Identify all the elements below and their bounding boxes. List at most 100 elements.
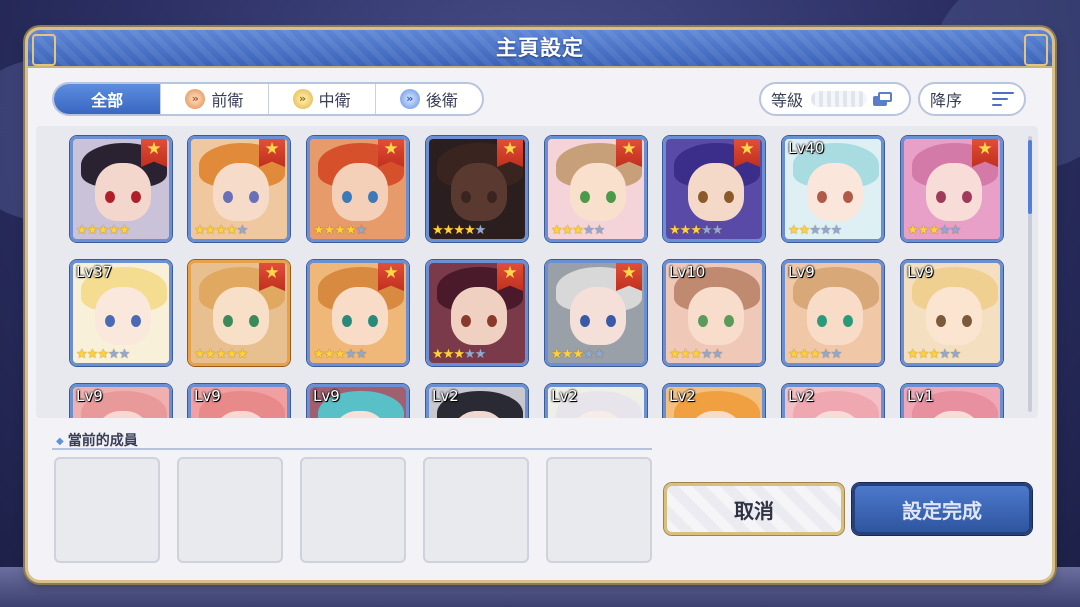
star-icon: ★ bbox=[907, 223, 919, 238]
star-rating: ★★★★★ bbox=[313, 223, 367, 238]
member-slot[interactable] bbox=[546, 457, 652, 563]
character-card[interactable]: ★ ★★★★★ bbox=[307, 136, 409, 242]
confirm-settings-button[interactable]: 設定完成 bbox=[852, 483, 1032, 535]
star-icon: ★ bbox=[118, 347, 131, 362]
character-level: Lv9 bbox=[76, 387, 103, 405]
scrollbar-thumb[interactable] bbox=[1028, 140, 1032, 214]
tab-label: 後衛 bbox=[425, 91, 458, 110]
cancel-button[interactable]: 取消 bbox=[664, 483, 844, 535]
star-icon: ★ bbox=[679, 223, 692, 238]
star-icon: ★ bbox=[690, 223, 702, 238]
tab-all[interactable]: 全部 bbox=[54, 84, 161, 114]
character-card[interactable]: Lv2 bbox=[545, 384, 647, 418]
dialog-title-bar: 主頁設定 bbox=[28, 30, 1052, 68]
star-icon: ★ bbox=[474, 347, 487, 362]
character-card[interactable]: Lv9 bbox=[307, 384, 409, 418]
star-rating: ★★★★★ bbox=[788, 223, 842, 238]
star-icon: ★ bbox=[313, 347, 325, 362]
star-icon: ★ bbox=[194, 347, 206, 362]
star-icon: ★ bbox=[463, 223, 476, 238]
star-icon: ★ bbox=[679, 347, 692, 362]
middle-position-icon: » bbox=[292, 89, 313, 109]
character-card[interactable]: Lv1 bbox=[901, 384, 1003, 418]
star-rating: ★★★★★ bbox=[76, 347, 131, 362]
star-icon: ★ bbox=[118, 223, 131, 238]
star-icon: ★ bbox=[215, 347, 227, 362]
character-card[interactable]: Lv9 ★★★★★ bbox=[782, 260, 884, 366]
character-card[interactable]: ★ ★★★★★ bbox=[545, 136, 647, 242]
star-icon: ★ bbox=[907, 347, 919, 362]
back-position-icon: » bbox=[399, 89, 420, 109]
star-icon: ★ bbox=[107, 347, 120, 362]
character-card[interactable]: ★ ★★★★★ bbox=[307, 260, 409, 366]
character-level: Lv10 bbox=[669, 263, 706, 281]
character-card[interactable]: Lv40 ★★★★★ bbox=[782, 136, 884, 242]
star-icon: ★ bbox=[323, 347, 336, 362]
member-slot[interactable] bbox=[54, 457, 160, 563]
star-icon: ★ bbox=[819, 223, 832, 238]
character-card[interactable]: ★ ★★★★★ bbox=[188, 136, 290, 242]
character-card[interactable]: Lv9 bbox=[70, 384, 172, 418]
sort-order-label: 降序 bbox=[930, 91, 963, 110]
star-icon: ★ bbox=[323, 223, 336, 238]
star-rating: ★★★★★ bbox=[432, 223, 486, 238]
character-card[interactable]: ★ ★★★★★ bbox=[545, 260, 647, 366]
character-card[interactable]: Lv9 ★★★★★ bbox=[901, 260, 1003, 366]
sort-order-button[interactable]: 降序 bbox=[918, 82, 1026, 116]
dialog-title: 主頁設定 bbox=[496, 36, 584, 60]
star-icon: ★ bbox=[97, 347, 109, 362]
star-rating: ★★★★★ bbox=[788, 347, 842, 362]
star-icon: ★ bbox=[204, 223, 217, 238]
tab-middle[interactable]: » 中衛 bbox=[267, 84, 375, 114]
star-icon: ★ bbox=[690, 347, 702, 362]
character-card[interactable]: ★ ★★★★★ bbox=[70, 136, 172, 242]
star-icon: ★ bbox=[551, 223, 563, 238]
home-settings-dialog: 主頁設定 全部 » 前衛 » 中衛 » 後衛 等級 降序 ★ ★★★★★ ★ ★… bbox=[28, 30, 1052, 580]
star-icon: ★ bbox=[938, 347, 951, 362]
character-card[interactable]: Lv10 ★★★★★ bbox=[663, 260, 765, 366]
tab-back[interactable]: » 後衛 bbox=[374, 84, 482, 114]
star-icon: ★ bbox=[949, 223, 962, 238]
member-slot[interactable] bbox=[423, 457, 529, 563]
character-card[interactable]: ★ ★★★★★ bbox=[426, 260, 528, 366]
star-icon: ★ bbox=[215, 223, 227, 238]
character-grid[interactable]: ★ ★★★★★ ★ ★★★★★ ★ ★★★★★ ★ ★★★★★ ★ ★★★★★ ★ ★★★★★ Lv40… bbox=[36, 126, 1038, 418]
character-card[interactable]: ★ ★★★★★ bbox=[901, 136, 1003, 242]
current-members-label: 當前的成員 bbox=[56, 430, 138, 450]
character-card[interactable]: Lv2 bbox=[426, 384, 528, 418]
character-card[interactable]: ★ ★★★★★ bbox=[663, 136, 765, 242]
star-rating: ★★★★★ bbox=[669, 223, 723, 238]
character-card[interactable]: ★ ★★★★★ bbox=[426, 136, 528, 242]
star-icon: ★ bbox=[928, 347, 940, 362]
star-icon: ★ bbox=[463, 347, 476, 362]
character-card[interactable]: Lv2 bbox=[663, 384, 765, 418]
star-icon: ★ bbox=[551, 347, 563, 362]
star-icon: ★ bbox=[442, 223, 455, 238]
star-icon: ★ bbox=[442, 347, 455, 362]
star-rating: ★★★★★ bbox=[669, 347, 724, 362]
character-card[interactable]: ★ ★★★★★ bbox=[188, 260, 290, 366]
character-card[interactable]: Lv2 bbox=[782, 384, 884, 418]
character-card[interactable]: Lv9 bbox=[188, 384, 290, 418]
star-icon: ★ bbox=[593, 347, 606, 362]
character-level: Lv9 bbox=[907, 263, 934, 281]
character-level: Lv2 bbox=[669, 387, 696, 405]
star-rating: ★★★★★ bbox=[907, 347, 961, 362]
member-slot[interactable] bbox=[300, 457, 406, 563]
star-icon: ★ bbox=[236, 347, 249, 362]
star-icon: ★ bbox=[225, 223, 238, 238]
star-icon: ★ bbox=[788, 223, 800, 238]
tab-front[interactable]: » 前衛 bbox=[160, 84, 267, 114]
character-level: Lv9 bbox=[313, 387, 340, 405]
front-position-icon: » bbox=[185, 89, 206, 109]
sort-criteria-button[interactable]: 等級 bbox=[759, 82, 911, 116]
character-card[interactable]: Lv37 ★★★★★ bbox=[70, 260, 172, 366]
tab-label: 前衛 bbox=[211, 91, 244, 110]
star-icon: ★ bbox=[669, 223, 681, 238]
member-slot[interactable] bbox=[177, 457, 283, 563]
star-icon: ★ bbox=[917, 347, 930, 362]
star-rating: ★★★★★ bbox=[76, 223, 131, 238]
character-level: Lv9 bbox=[194, 387, 221, 405]
star-icon: ★ bbox=[711, 347, 724, 362]
star-icon: ★ bbox=[669, 347, 681, 362]
